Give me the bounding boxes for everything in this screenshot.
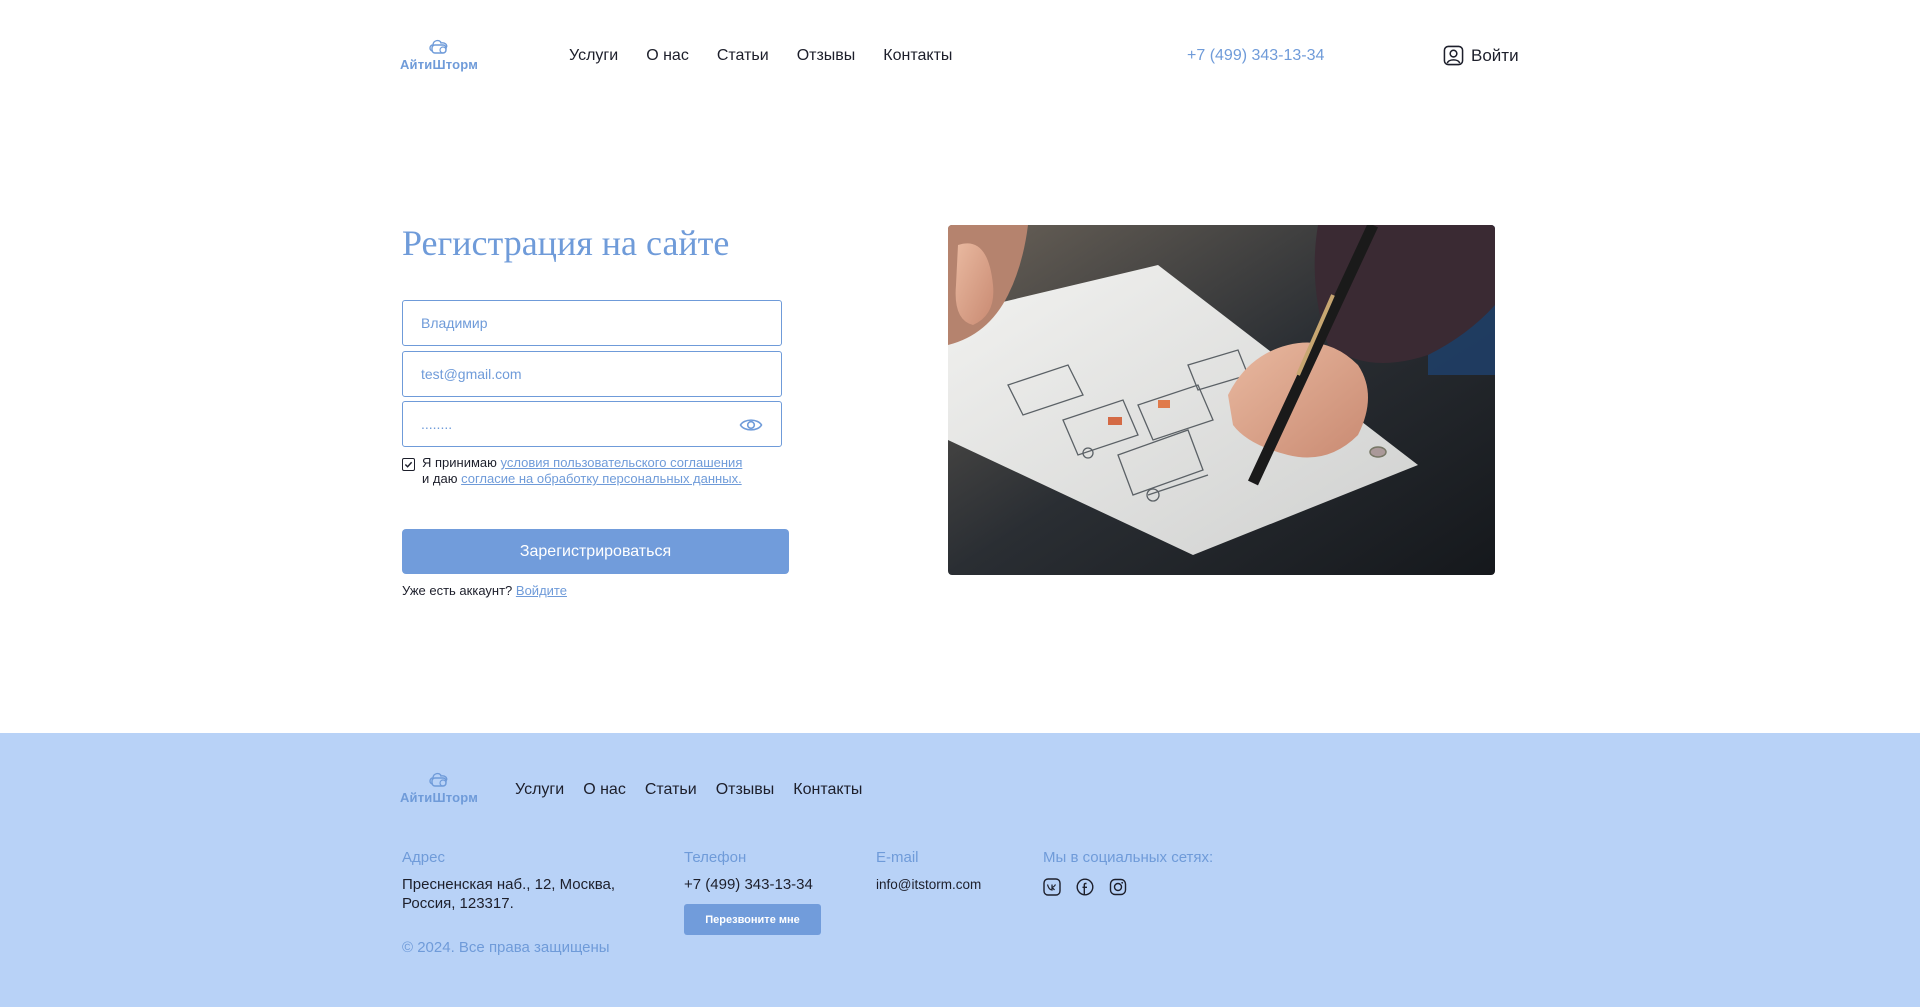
address-value: Пресненская наб., 12, Москва, Россия, 12… bbox=[402, 876, 616, 912]
site-header: АйтиШторм Услуги О нас Статьи Отзывы Кон… bbox=[0, 0, 1920, 112]
user-icon bbox=[1443, 45, 1464, 66]
terms-link[interactable]: условия пользовательского соглашения bbox=[501, 455, 743, 470]
privacy-link[interactable]: согласие на обработку персональных данны… bbox=[461, 471, 742, 486]
logo-cloud-icon bbox=[429, 772, 448, 787]
callback-button[interactable]: Перезвоните мне bbox=[684, 904, 821, 935]
email-label: E-mail bbox=[876, 849, 919, 866]
instagram-icon[interactable] bbox=[1109, 878, 1127, 896]
check-icon bbox=[404, 461, 413, 468]
footer-nav-articles[interactable]: Статьи bbox=[645, 781, 697, 799]
site-footer: АйтиШторм Услуги О нас Статьи Отзывы Кон… bbox=[0, 733, 1920, 1007]
has-account: Уже есть аккаунт? Войдите bbox=[402, 583, 567, 598]
phone-value[interactable]: +7 (499) 343-13-34 bbox=[684, 875, 821, 894]
footer-nav: Услуги О нас Статьи Отзывы Контакты bbox=[515, 781, 862, 799]
logo-cloud-icon bbox=[429, 39, 448, 54]
nav-articles[interactable]: Статьи bbox=[717, 47, 769, 65]
nav-about[interactable]: О нас bbox=[646, 47, 689, 65]
login-button[interactable]: Войти bbox=[1443, 45, 1519, 66]
footer-phone: Телефон +7 (499) 343-13-34 Перезвоните м… bbox=[684, 849, 821, 935]
footer-nav-reviews[interactable]: Отзывы bbox=[716, 781, 775, 799]
facebook-icon[interactable] bbox=[1076, 878, 1094, 896]
header-phone[interactable]: +7 (499) 343-13-34 bbox=[1187, 47, 1324, 65]
social-links bbox=[1043, 878, 1213, 896]
agree-text: Я принимаю условия пользовательского сог… bbox=[422, 455, 742, 487]
password-input[interactable] bbox=[403, 402, 781, 446]
eye-icon[interactable] bbox=[739, 415, 763, 435]
footer-nav-about[interactable]: О нас bbox=[583, 781, 626, 799]
nav-services[interactable]: Услуги bbox=[569, 47, 618, 65]
footer-logo[interactable]: АйтиШторм bbox=[399, 769, 479, 805]
logo[interactable]: АйтиШторм bbox=[399, 36, 479, 72]
agree-checkbox[interactable] bbox=[402, 458, 415, 471]
main-nav: Услуги О нас Статьи Отзывы Контакты bbox=[569, 47, 952, 65]
register-button[interactable]: Зарегистрироваться bbox=[402, 529, 789, 574]
footer-logo-text: АйтиШторм bbox=[399, 790, 479, 805]
nav-contacts[interactable]: Контакты bbox=[883, 47, 952, 65]
address-label: Адрес bbox=[402, 849, 445, 866]
copyright: © 2024. Все права защищены bbox=[402, 939, 610, 956]
agreement: Я принимаю условия пользовательского сог… bbox=[402, 455, 742, 487]
has-account-text: Уже есть аккаунт? bbox=[402, 583, 513, 598]
phone-label: Телефон bbox=[684, 849, 747, 866]
login-label: Войти bbox=[1471, 45, 1519, 65]
social-label: Мы в социальных сетях: bbox=[1043, 849, 1214, 866]
footer-address: Адрес Пресненская наб., 12, Москва, Росс… bbox=[402, 849, 642, 913]
footer-social: Мы в социальных сетях: bbox=[1043, 849, 1213, 896]
email-input[interactable] bbox=[403, 352, 781, 396]
page-title: Регистрация на сайте bbox=[402, 223, 730, 263]
email-value[interactable]: info@itstorm.com bbox=[876, 875, 981, 894]
logo-text: АйтиШторм bbox=[399, 57, 479, 72]
footer-email: E-mail info@itstorm.com bbox=[876, 849, 981, 894]
password-field bbox=[402, 401, 782, 447]
agree-prefix: Я принимаю bbox=[422, 455, 497, 470]
name-field bbox=[402, 300, 782, 346]
nav-reviews[interactable]: Отзывы bbox=[797, 47, 856, 65]
agree-mid: и даю bbox=[422, 471, 458, 486]
vk-icon[interactable] bbox=[1043, 878, 1061, 896]
name-input[interactable] bbox=[403, 301, 781, 345]
footer-nav-services[interactable]: Услуги bbox=[515, 781, 564, 799]
footer-nav-contacts[interactable]: Контакты bbox=[793, 781, 862, 799]
hero-photo bbox=[948, 225, 1495, 575]
email-field bbox=[402, 351, 782, 397]
login-link[interactable]: Войдите bbox=[516, 583, 567, 598]
